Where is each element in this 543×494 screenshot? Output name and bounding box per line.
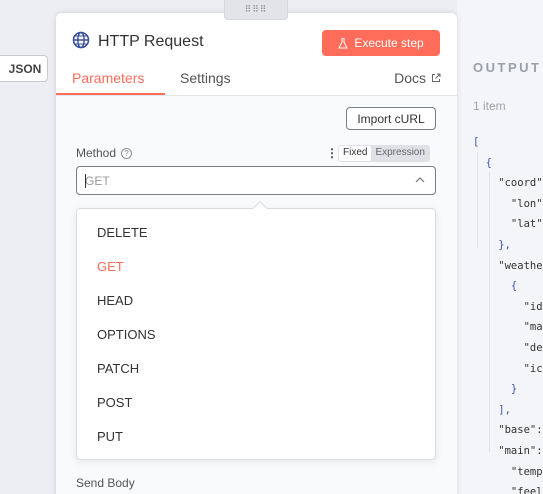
send-body-label: Send Body [76, 476, 135, 490]
active-tab-indicator [56, 93, 165, 95]
execute-step-button[interactable]: Execute step [322, 30, 440, 56]
json-line: [ [473, 136, 480, 148]
output-panel: OUTPUT 1 item [ { "coord" "lon" "lat" },… [457, 0, 543, 494]
method-option-patch[interactable]: PATCH [77, 351, 435, 385]
json-line: "weathe [473, 259, 543, 272]
import-curl-button[interactable]: Import cURL [346, 107, 436, 130]
text-caret [85, 174, 86, 188]
globe-icon [72, 31, 90, 49]
method-option-get[interactable]: GET [77, 249, 435, 283]
input-panel: JSON [0, 0, 56, 494]
method-option-post[interactable]: POST [77, 385, 435, 419]
external-link-icon [432, 73, 441, 82]
method-select[interactable]: GET [76, 166, 436, 195]
json-line: "ico [473, 362, 543, 375]
method-option-put[interactable]: PUT [77, 419, 435, 453]
mode-expression[interactable]: Expression [371, 146, 428, 161]
options-menu-icon[interactable]: ⋮ [326, 146, 338, 160]
method-option-head[interactable]: HEAD [77, 283, 435, 317]
json-line: "mai [473, 321, 543, 334]
json-line: "id" [473, 300, 543, 313]
tab-parameters[interactable]: Parameters [72, 70, 144, 86]
fixed-expression-toggle[interactable]: Fixed Expression [338, 145, 430, 162]
method-select-value: GET [85, 174, 110, 188]
json-line: { [473, 156, 492, 169]
chevron-up-icon [415, 177, 425, 183]
json-line: "feel [473, 486, 543, 494]
dropdown-arrow [252, 200, 268, 216]
mode-fixed[interactable]: Fixed [339, 146, 372, 161]
method-option-options[interactable]: OPTIONS [77, 317, 435, 351]
node-title[interactable]: HTTP Request [98, 33, 204, 51]
panel-header: HTTP Request Execute step Parameters Set… [56, 13, 457, 96]
json-line: }, [473, 238, 511, 251]
json-line: "main": [473, 444, 543, 457]
method-label-text: Method [76, 146, 117, 160]
method-label: Method ? [76, 146, 133, 160]
help-icon[interactable]: ? [121, 147, 133, 159]
json-line: "base": [473, 424, 543, 437]
json-line: ], [473, 403, 511, 416]
tab-settings[interactable]: Settings [180, 70, 231, 86]
docs-label: Docs [394, 70, 426, 86]
docs-link[interactable]: Docs [394, 70, 441, 86]
json-view-button[interactable]: JSON [0, 55, 48, 82]
parameters-content: Import cURL Method ? ⋮ Fixed Expression … [56, 96, 457, 494]
json-line: "lon" [473, 197, 543, 210]
json-line: "des [473, 341, 543, 354]
output-item-count: 1 item [473, 99, 506, 113]
method-dropdown: DELETE GET HEAD OPTIONS PATCH POST PUT [76, 200, 436, 460]
node-details-panel: HTTP Request Execute step Parameters Set… [56, 13, 457, 494]
execute-step-label: Execute step [354, 36, 424, 50]
method-option-delete[interactable]: DELETE [77, 215, 435, 249]
drag-handle[interactable]: ⠿⠿⠿ [224, 0, 288, 20]
json-line: "coord" [473, 177, 543, 190]
json-line: } [473, 383, 518, 396]
output-title: OUTPUT [473, 60, 542, 75]
json-line: { [473, 280, 518, 293]
json-line: "temp [473, 465, 543, 478]
output-json-view[interactable]: [ { "coord" "lon" "lat" }, "weathe { "id… [473, 132, 543, 494]
flask-icon [338, 37, 349, 48]
json-line: "lat" [473, 218, 543, 231]
